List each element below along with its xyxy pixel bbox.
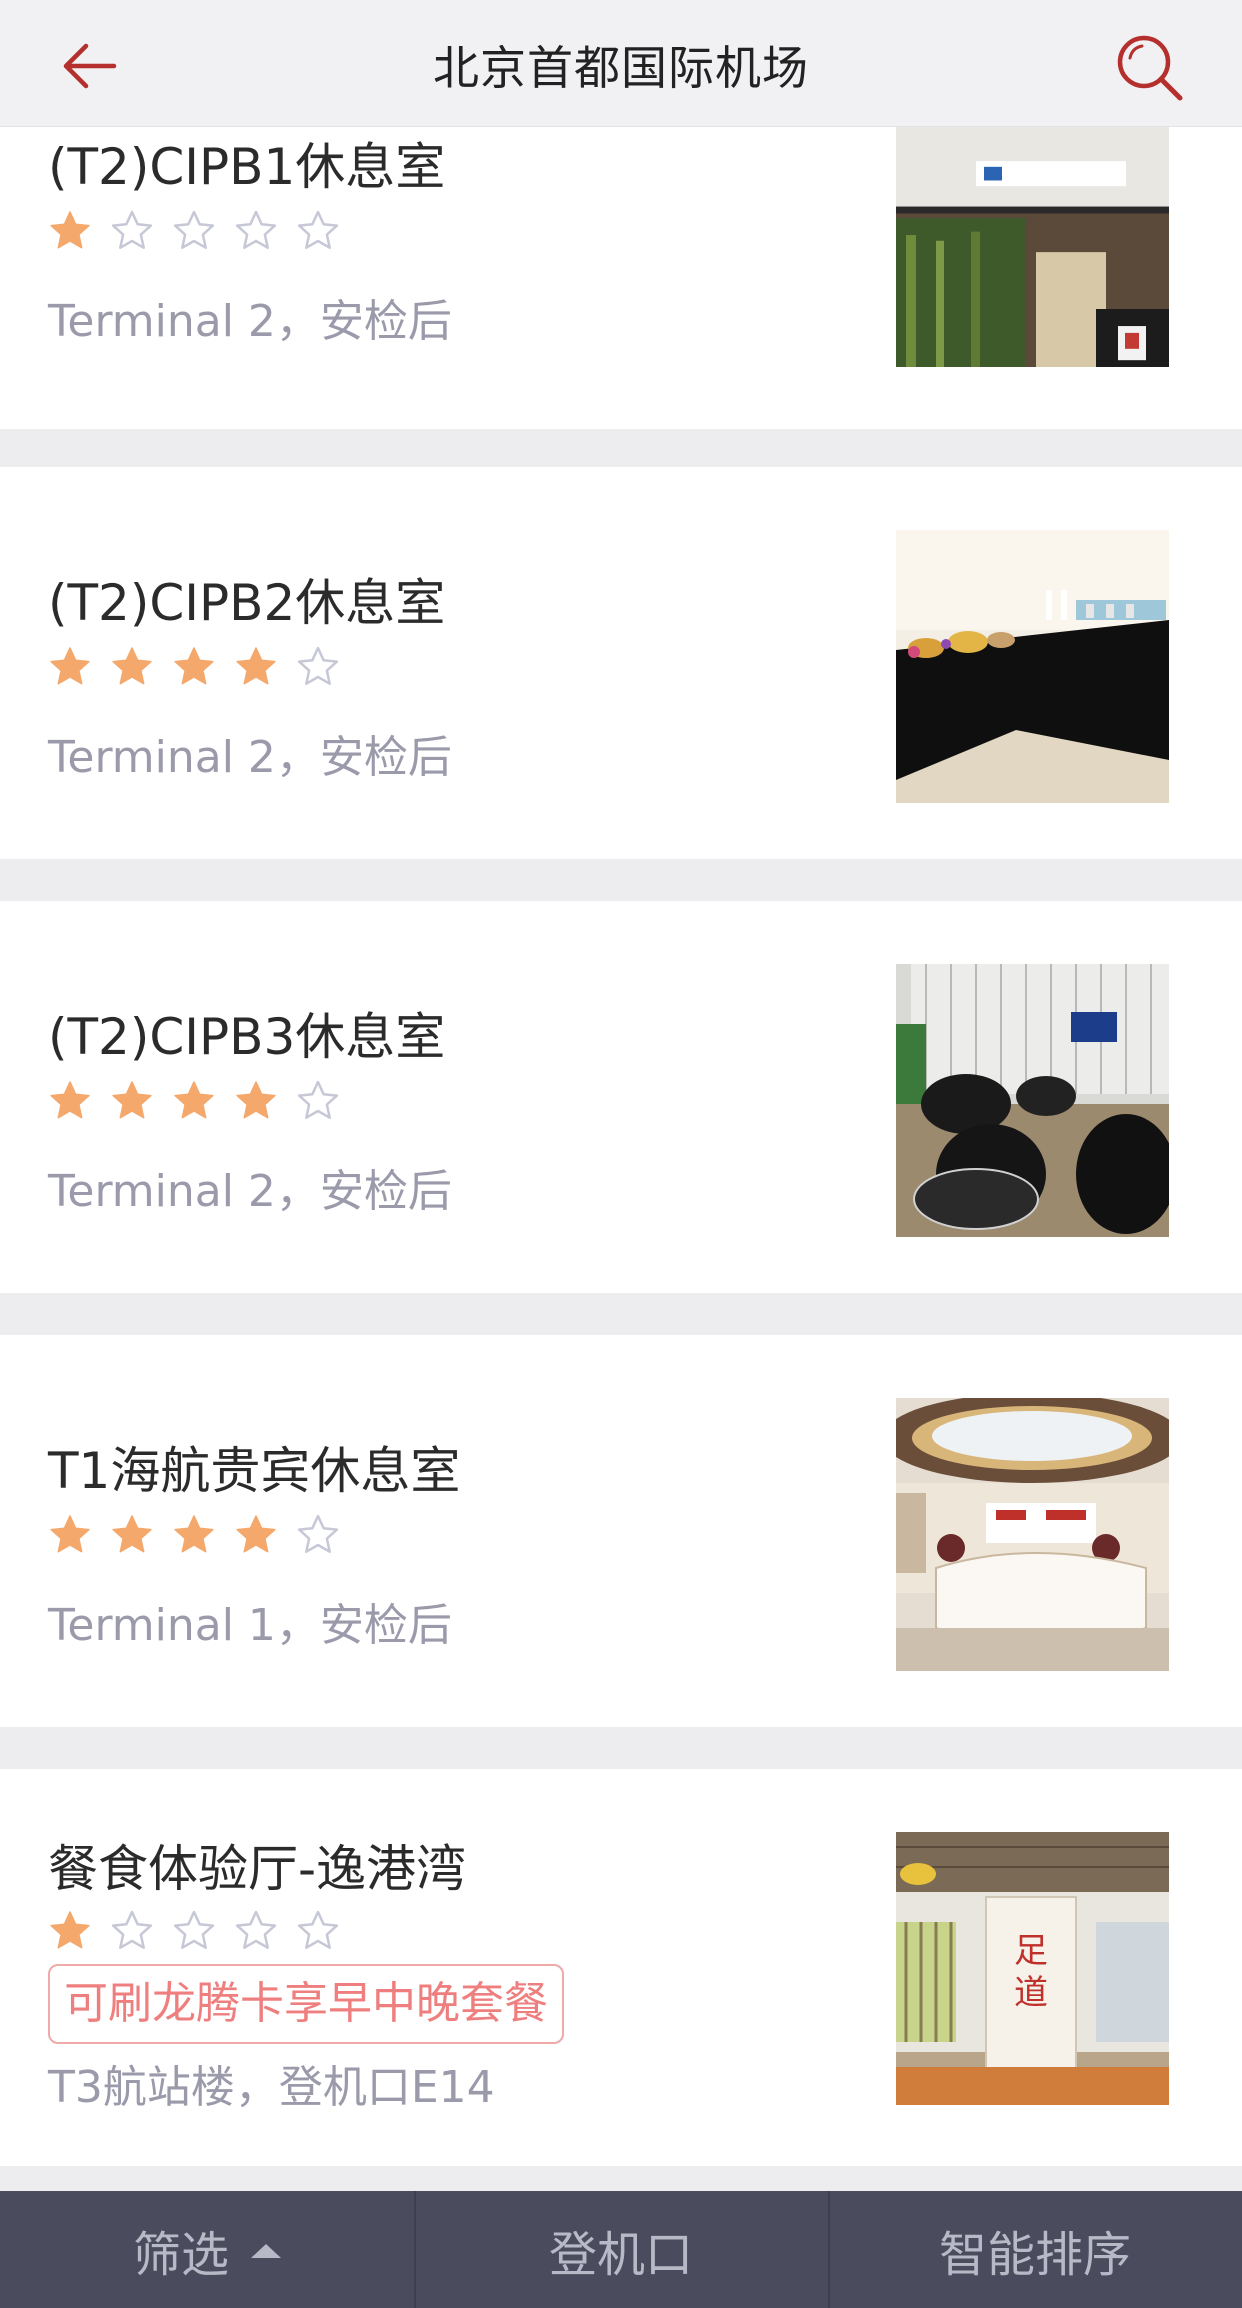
star-filled-icon (236, 1081, 276, 1119)
star-filled-icon (174, 1081, 214, 1119)
star-filled-icon (236, 1515, 276, 1553)
top-nav-bar: 北京首都国际机场 (0, 0, 1242, 127)
star-empty-icon (297, 1514, 339, 1553)
star-rating (48, 1513, 340, 1557)
star-empty-icon (173, 210, 215, 249)
promo-badge: 可刷龙腾卡享早中晚套餐 (48, 1964, 564, 2044)
lounge-photo (896, 964, 1169, 1237)
star-filled-icon (112, 647, 152, 685)
star-filled-icon (50, 647, 90, 685)
star-empty-icon (235, 210, 277, 249)
lounge-location: Terminal 2，安检后 (48, 296, 452, 347)
gate-tab[interactable]: 登机口 (414, 2191, 828, 2308)
star-filled-icon (174, 1515, 214, 1553)
star-filled-icon (50, 1911, 90, 1949)
sort-tab[interactable]: 智能排序 (828, 2191, 1242, 2308)
star-filled-icon (50, 1515, 90, 1553)
lounge-photo: 足 道 (896, 1832, 1169, 2105)
list-item[interactable]: (T2)CIPB1休息室 Terminal 2，安检后 (0, 127, 1242, 429)
lounge-photo (896, 530, 1169, 803)
star-filled-icon (50, 211, 90, 249)
search-button[interactable] (1110, 28, 1190, 108)
svg-text:道: 道 (1014, 1973, 1048, 2013)
star-rating (48, 1079, 340, 1123)
list-item[interactable]: 餐食体验厅-逸港湾 可刷龙腾卡享早中晚套餐 T3航站楼，登机口E14 足 道 (0, 1769, 1242, 2166)
star-empty-icon (297, 646, 339, 685)
lounge-photo (896, 127, 1169, 367)
page-title: 北京首都国际机场 (433, 41, 809, 95)
caret-up-icon (251, 2243, 281, 2258)
star-filled-icon (174, 647, 214, 685)
lounge-name: (T2)CIPB1休息室 (48, 138, 446, 196)
list-item[interactable]: (T2)CIPB3休息室 Terminal 2，安检后 (0, 901, 1242, 1293)
filter-tab-label: 筛选 (132, 2226, 229, 2283)
lounge-location: Terminal 2，安检后 (48, 1166, 452, 1217)
star-empty-icon (297, 1910, 339, 1949)
sort-tab-label: 智能排序 (938, 2226, 1131, 2283)
list-item[interactable]: (T2)CIPB2休息室 Terminal 2，安检后 (0, 467, 1242, 859)
lounge-name: (T2)CIPB2休息室 (48, 574, 446, 632)
star-filled-icon (236, 647, 276, 685)
lounge-photo (896, 1398, 1169, 1671)
search-icon (1117, 35, 1183, 101)
svg-text:足: 足 (1014, 1931, 1048, 1971)
star-filled-icon (112, 1515, 152, 1553)
star-rating (48, 645, 340, 689)
star-filled-icon (112, 1081, 152, 1119)
bottom-filter-bar: 筛选 登机口 智能排序 (0, 2191, 1242, 2308)
star-rating (48, 1909, 340, 1953)
star-empty-icon (297, 210, 339, 249)
lounge-name: 餐食体验厅-逸港湾 (48, 1840, 467, 1898)
lounge-location: Terminal 1，安检后 (48, 1600, 452, 1651)
star-empty-icon (111, 1910, 153, 1949)
list-item[interactable]: T1海航贵宾休息室 Terminal 1，安检后 (0, 1335, 1242, 1727)
gate-tab-label: 登机口 (548, 2226, 693, 2283)
filter-tab[interactable]: 筛选 (0, 2191, 414, 2308)
star-filled-icon (50, 1081, 90, 1119)
lounge-name: (T2)CIPB3休息室 (48, 1008, 446, 1066)
lounge-location: Terminal 2，安检后 (48, 732, 452, 783)
star-empty-icon (235, 1910, 277, 1949)
star-empty-icon (297, 1080, 339, 1119)
star-empty-icon (173, 1910, 215, 1949)
lounge-list[interactable]: (T2)CIPB1休息室 Terminal 2，安检后 (T2)CIPB2休息室… (0, 127, 1242, 2191)
star-empty-icon (111, 210, 153, 249)
lounge-name: T1海航贵宾休息室 (48, 1442, 461, 1500)
lounge-location: T3航站楼，登机口E14 (48, 2062, 495, 2113)
star-rating (48, 209, 340, 253)
